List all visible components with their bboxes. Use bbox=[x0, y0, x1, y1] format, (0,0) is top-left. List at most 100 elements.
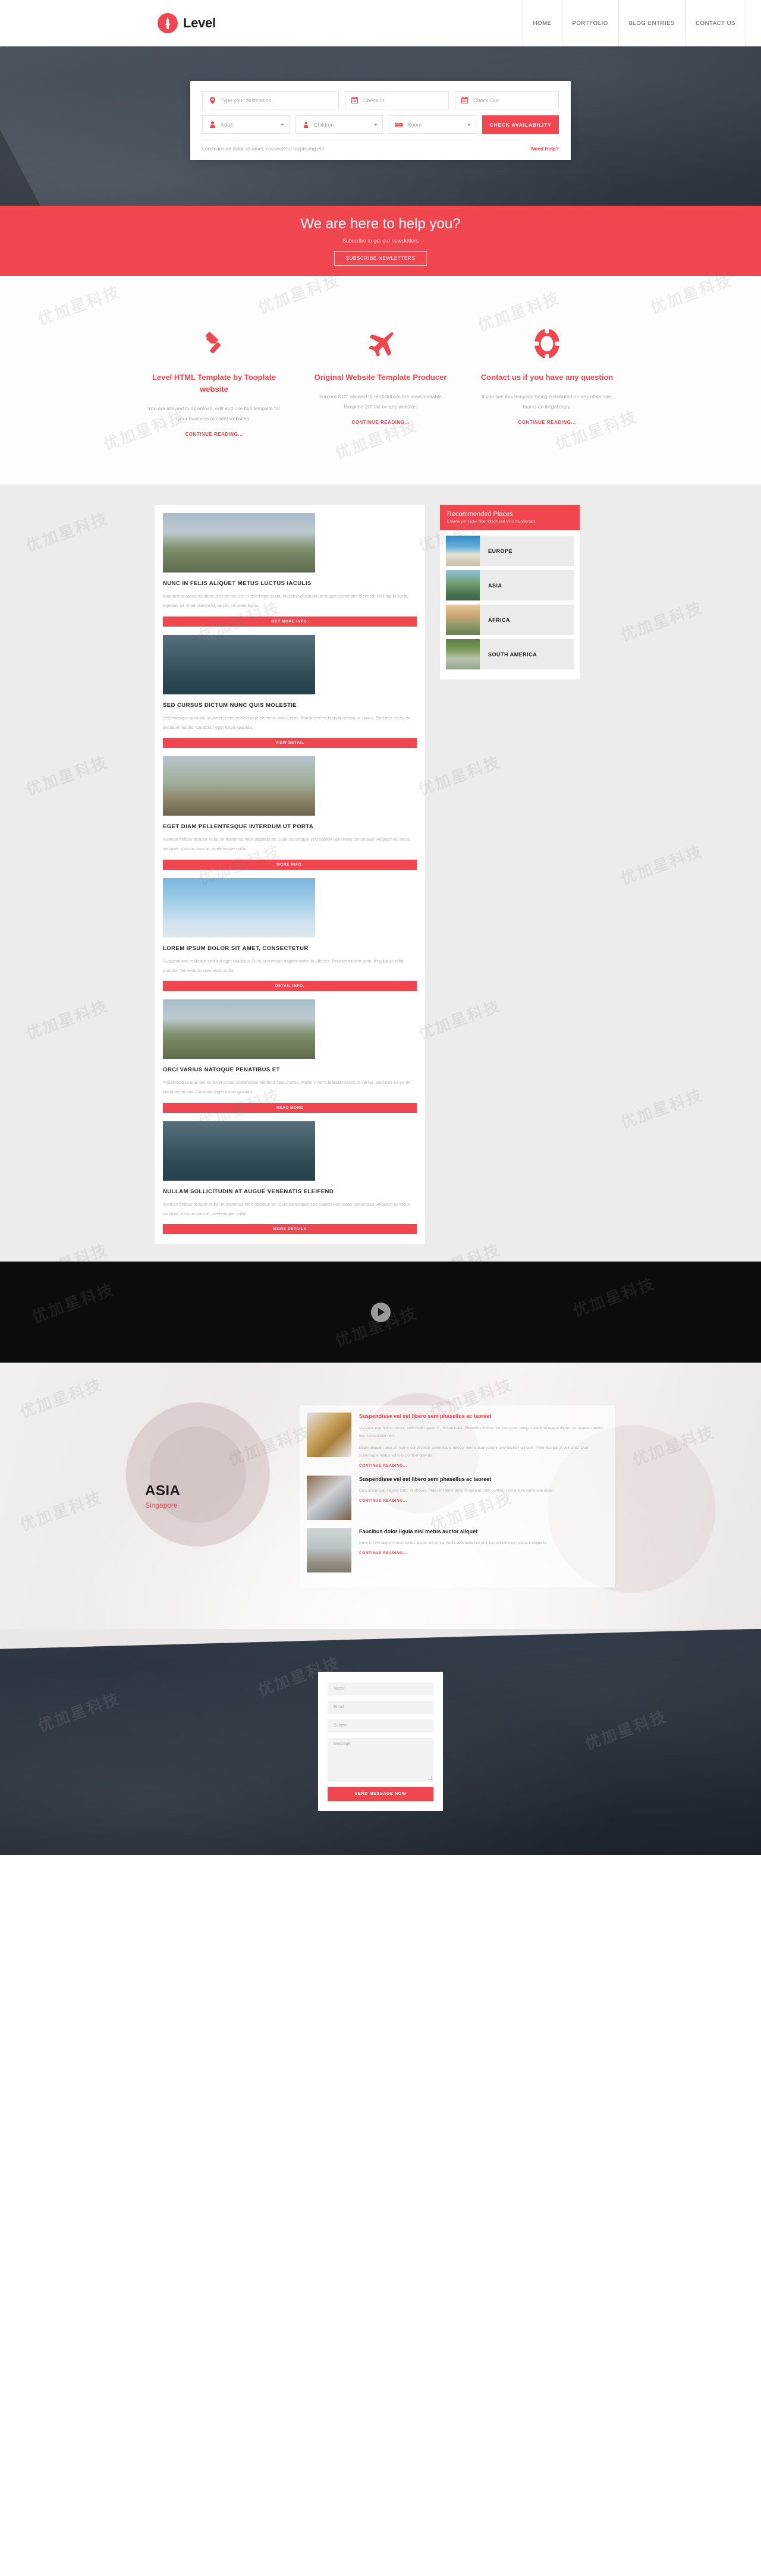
gavel-icon bbox=[146, 326, 282, 361]
room-label: Room bbox=[407, 121, 422, 128]
post-title-3: EGET DIAM PELLENTESQUE INTERDUM UT PORTA bbox=[163, 823, 314, 831]
news-continue-reading-3[interactable]: CONTINUE READING... bbox=[359, 1551, 606, 1555]
newsletter-title: We are here to help you? bbox=[300, 216, 461, 232]
place-thumb-asia-karst-bay bbox=[446, 570, 480, 601]
post-title-4: LOREM IPSUM DOLOR SIT AMET, CONSECTETUR bbox=[163, 945, 309, 952]
sidebar-item-label: ASIA bbox=[480, 570, 574, 601]
check-availability-button[interactable]: CHECK AVAILABILITY bbox=[482, 115, 559, 134]
need-help-link[interactable]: Need Help? bbox=[531, 146, 559, 152]
feature-desc-3: If you see this template being distribut… bbox=[482, 394, 612, 410]
nav-item-portfolio[interactable]: PORTFOLIO bbox=[561, 0, 618, 46]
feature-continue-reading-1[interactable]: CONTINUE READING... bbox=[146, 432, 282, 437]
bed-icon bbox=[394, 122, 404, 127]
nav-item-home[interactable]: HOME bbox=[522, 0, 562, 46]
feature-continue-reading-3[interactable]: CONTINUE READING... bbox=[479, 420, 615, 425]
chevron-down-icon bbox=[281, 123, 284, 126]
post-image-desert-road-photo bbox=[163, 756, 315, 816]
feature-desc-1: You are allowed to download, edit and us… bbox=[147, 405, 281, 422]
chevron-down-icon bbox=[374, 123, 378, 126]
sidebar-item-asia[interactable]: ASIA bbox=[446, 570, 574, 601]
post-desc-3: Aenean finibus tempor nulla, et maximus … bbox=[163, 836, 410, 852]
chevron-down-icon bbox=[467, 123, 471, 126]
news-continue-reading-1[interactable]: CONTINUE READING... bbox=[359, 1464, 606, 1468]
sidebar-item-label: AFRICA bbox=[480, 605, 574, 636]
destination-input[interactable]: Type your destination... bbox=[202, 91, 339, 109]
blog-post-6: NULLAM SOLLICITUDIN AT AUGUE VENENATIS E… bbox=[163, 1121, 417, 1235]
post-button-2[interactable]: VIEW DETAIL bbox=[163, 738, 417, 748]
main-nav: HOME PORTFOLIO BLOG ENTRIES CONTACT US bbox=[522, 0, 746, 46]
feature-continue-reading-2[interactable]: CONTINUE READING... bbox=[313, 420, 448, 425]
blog-post-list: NUNC IN FELIS ALIQUET METUS LUCTUS IACUL… bbox=[155, 505, 425, 1244]
news-title-2: Suspendisse vel est libero sem phasellus… bbox=[359, 1476, 492, 1482]
post-image-city-skyline-photo bbox=[163, 634, 315, 694]
news-continue-reading-2[interactable]: CONTINUE READING... bbox=[359, 1499, 606, 1503]
news-paragraph-1a: Vivamus eget tellus ornare, sollicitudin… bbox=[359, 1426, 603, 1438]
post-button-3[interactable]: MORE INFO. bbox=[163, 859, 417, 870]
sidebar-item-label: SOUTH AMERICA bbox=[480, 639, 574, 670]
post-button-1[interactable]: GET MORE INFO. bbox=[163, 616, 417, 627]
blog-post-1: NUNC IN FELIS ALIQUET METUS LUCTUS IACUL… bbox=[163, 513, 417, 627]
brand-logo-group[interactable]: Level bbox=[158, 0, 216, 46]
subject-field[interactable]: Subject bbox=[328, 1719, 433, 1732]
place-thumb-south-america-waterfall bbox=[446, 639, 480, 670]
news-item-1: Suspendisse vel est libero sem phasellus… bbox=[307, 1413, 606, 1468]
news-body-3: Faucibus dolor ligula nisl metus auctor … bbox=[359, 1528, 606, 1572]
asia-subheading: Singapore bbox=[145, 1501, 178, 1509]
children-label: Children bbox=[314, 121, 334, 128]
blog-layout: NUNC IN FELIS ALIQUET METUS LUCTUS IACUL… bbox=[155, 505, 606, 1244]
room-select[interactable]: Room bbox=[389, 115, 476, 134]
asia-heading-block: ASIA Singapore bbox=[143, 1405, 289, 1587]
message-textarea[interactable]: Message bbox=[328, 1737, 433, 1782]
post-image-palm-tree-street-photo bbox=[163, 513, 315, 573]
checkin-input[interactable]: Check In bbox=[344, 91, 449, 109]
booking-footnote: Lorem ipsum dolor sit amet, consectetur … bbox=[202, 140, 559, 154]
name-field[interactable]: Name bbox=[328, 1682, 433, 1696]
feature-title-2: Original Website Template Producer bbox=[314, 373, 447, 382]
adult-select[interactable]: Adult bbox=[202, 115, 290, 134]
children-select[interactable]: Children bbox=[295, 115, 383, 134]
nav-item-contact-us[interactable]: CONTACT US bbox=[685, 0, 746, 46]
sidebar-item-south-america[interactable]: SOUTH AMERICA bbox=[446, 639, 574, 670]
checkout-input[interactable]: Check Out bbox=[454, 91, 559, 109]
play-triangle bbox=[378, 1308, 385, 1317]
checkout-placeholder: Check Out bbox=[473, 97, 499, 103]
hero-banner: Type your destination... Check In Check … bbox=[0, 46, 761, 206]
place-thumb-europe-coastline bbox=[446, 536, 480, 567]
news-paragraph-3a: Nunc in felis aliquet metus luctus iacul… bbox=[359, 1541, 548, 1546]
place-thumb-africa-hillside bbox=[446, 605, 480, 636]
post-desc-5: Pellentesque quis dui sit amet purus sce… bbox=[163, 1080, 411, 1095]
news-paragraph-2a: Duis accumsan sagittis tortor in ultrice… bbox=[359, 1489, 554, 1493]
post-desc-6: Aenean finibus tempor nulla, et maximus … bbox=[163, 1201, 410, 1216]
booking-search-form: Type your destination... Check In Check … bbox=[190, 81, 571, 160]
post-button-4[interactable]: DETAIL INFO. bbox=[163, 981, 417, 992]
contact-section: 优加星科技 优加星科技 优加星科技 Name Email Subject Mes… bbox=[0, 1628, 761, 1855]
sidebar-item-europe[interactable]: EUROPE bbox=[446, 536, 574, 567]
feature-card-3: Contact us if you have any question If y… bbox=[464, 326, 630, 437]
sidebar-title: Recommended Places bbox=[447, 511, 513, 518]
news-title-3: Faucibus dolor ligula nisl metus auctor … bbox=[359, 1528, 478, 1534]
play-icon[interactable] bbox=[370, 1302, 391, 1322]
news-paragraph-1b: Etiam aliquam arcu at mauris consectetur… bbox=[359, 1445, 589, 1458]
send-message-button[interactable]: SEND MESSAGE NOW bbox=[328, 1786, 433, 1801]
blog-post-3: EGET DIAM PELLENTESQUE INTERDUM UT PORTA… bbox=[163, 756, 417, 870]
booking-row-2: Adult Children Room CHECK AVAILABILITY bbox=[202, 115, 559, 134]
news-thumb-gold-robot-photo bbox=[307, 1413, 351, 1458]
checkin-placeholder: Check In bbox=[363, 97, 385, 103]
post-title-5: ORCI VARIUS NATOQUE PENATIBUS ET bbox=[163, 1067, 280, 1074]
news-list: Suspendisse vel est libero sem phasellus… bbox=[300, 1405, 615, 1587]
news-thumb-laptop-desk-photo bbox=[307, 1475, 351, 1520]
post-desc-2: Pellentesque quis dui sit amet purus sce… bbox=[163, 715, 411, 730]
subscribe-newsletters-button[interactable]: SUBSCRIBE NEWLETTERS bbox=[334, 251, 427, 266]
news-body-2: Suspendisse vel est libero sem phasellus… bbox=[359, 1476, 606, 1520]
booking-row-1: Type your destination... Check In Check … bbox=[202, 91, 559, 109]
calendar-icon bbox=[460, 97, 470, 103]
sidebar-item-africa[interactable]: AFRICA bbox=[446, 605, 574, 636]
post-button-6[interactable]: MORE DETAILS bbox=[163, 1224, 417, 1235]
site-header: Level HOME PORTFOLIO BLOG ENTRIES CONTAC… bbox=[0, 0, 761, 46]
nav-item-blog-entries[interactable]: BLOG ENTRIES bbox=[618, 0, 685, 46]
destination-placeholder: Type your destination... bbox=[221, 97, 276, 103]
feature-desc-2: You are NOT allowed to re-distribute the… bbox=[319, 394, 442, 410]
post-button-5[interactable]: READ MORE bbox=[163, 1102, 417, 1113]
booking-note-text: Lorem ipsum dolor sit amet, consectetur … bbox=[202, 146, 325, 152]
email-field[interactable]: Email bbox=[328, 1700, 433, 1714]
